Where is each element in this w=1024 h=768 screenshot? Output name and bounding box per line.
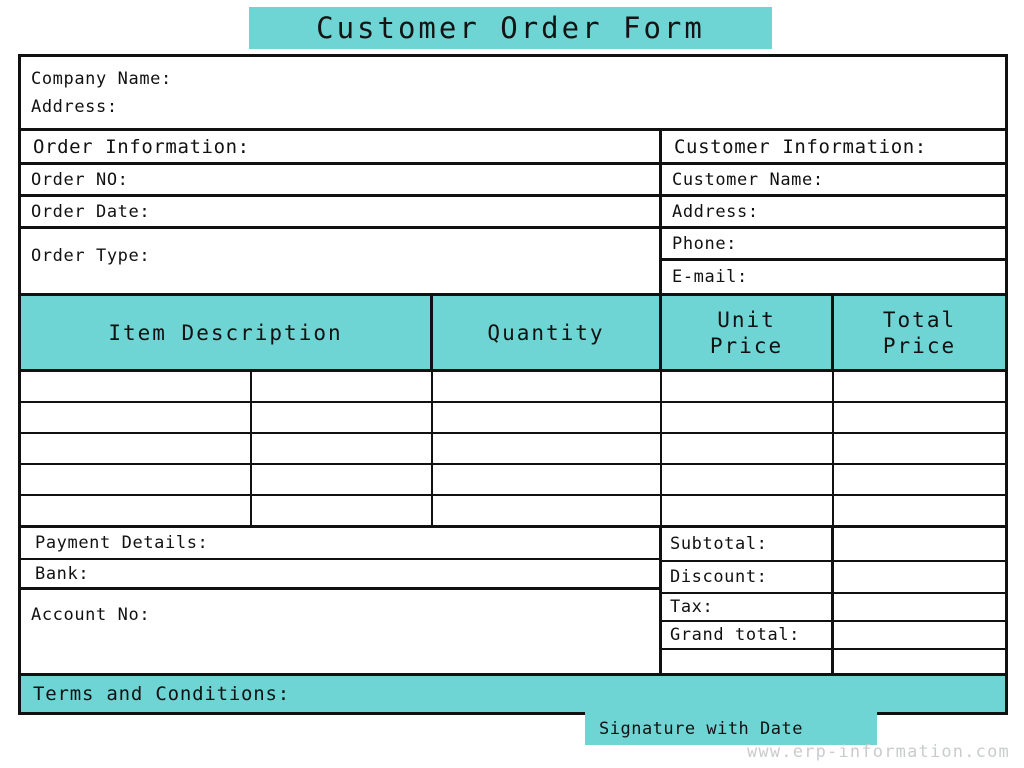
customer-email-field[interactable]: E-mail: <box>662 261 1005 293</box>
site-watermark: www.erp-information.com <box>746 742 1010 762</box>
form-title-banner: Customer Order Form <box>249 7 772 49</box>
cell-description-a[interactable] <box>21 496 252 525</box>
table-row <box>21 403 1005 434</box>
column-header-quantity: Quantity <box>433 296 662 369</box>
customer-name-field[interactable]: Customer Name: <box>662 165 1005 197</box>
cell-quantity[interactable] <box>433 465 662 494</box>
cell-unit-price[interactable] <box>662 434 834 463</box>
order-no-field[interactable]: Order NO: <box>21 165 659 197</box>
order-form-table: Company Name: Address: Order Information… <box>18 54 1008 715</box>
order-type-field[interactable]: Order Type: <box>21 229 659 283</box>
cell-description-b[interactable] <box>252 372 433 401</box>
discount-label: Discount: <box>662 562 834 592</box>
cell-unit-price[interactable] <box>662 496 834 525</box>
payment-and-totals-section: Payment Details: Bank: Account No: Subto… <box>21 528 1005 676</box>
tax-value[interactable] <box>834 594 1005 620</box>
table-row <box>21 434 1005 465</box>
company-block: Company Name: Address: <box>21 57 1005 131</box>
cell-description-b[interactable] <box>252 465 433 494</box>
signature-with-date-box[interactable]: Signature with Date <box>585 712 877 745</box>
totals-filler-label <box>662 650 834 673</box>
cell-description-a[interactable] <box>21 403 252 432</box>
payment-details-column: Payment Details: Bank: Account No: <box>21 528 662 673</box>
cell-total-price[interactable] <box>834 372 1005 401</box>
items-table-header-row: Item Description Quantity Unit Price Tot… <box>21 293 1005 372</box>
company-address-label: Address: <box>31 97 118 117</box>
order-form-page: Customer Order Form Company Name: Addres… <box>0 0 1024 768</box>
account-no-field[interactable]: Account No: <box>21 590 659 639</box>
cell-description-b[interactable] <box>252 403 433 432</box>
cell-total-price[interactable] <box>834 465 1005 494</box>
signature-label: Signature with Date <box>599 718 803 739</box>
customer-address-field[interactable]: Address: <box>662 197 1005 229</box>
table-row <box>21 465 1005 496</box>
cell-total-price[interactable] <box>834 403 1005 432</box>
customer-information-title: Customer Information: <box>662 131 1005 165</box>
cell-description-b[interactable] <box>252 496 433 525</box>
cell-description-a[interactable] <box>21 465 252 494</box>
customer-information-column: Customer Information: Customer Name: Add… <box>662 131 1005 293</box>
column-header-item-description: Item Description <box>21 296 433 369</box>
grand-total-label: Grand total: <box>662 622 834 648</box>
total-price-line-2: Price <box>882 333 957 358</box>
information-section: Order Information: Order NO: Order Date:… <box>21 131 1005 293</box>
company-name-label: Company Name: <box>31 69 172 89</box>
cell-total-price[interactable] <box>834 434 1005 463</box>
customer-phone-field[interactable]: Phone: <box>662 229 1005 261</box>
totals-column: Subtotal: Discount: Tax: Grand total: <box>662 528 1005 673</box>
totals-filler-row <box>662 650 1005 673</box>
table-row <box>21 372 1005 403</box>
terms-and-conditions-banner: Terms and Conditions: <box>21 676 1005 712</box>
subtotal-value[interactable] <box>834 528 1005 560</box>
cell-unit-price[interactable] <box>662 403 834 432</box>
order-information-column: Order Information: Order NO: Order Date:… <box>21 131 662 293</box>
total-price-line-1: Total <box>882 307 957 332</box>
tax-label: Tax: <box>662 594 834 620</box>
cell-unit-price[interactable] <box>662 372 834 401</box>
table-row <box>21 496 1005 528</box>
terms-and-conditions-label: Terms and Conditions: <box>33 683 291 705</box>
unit-price-line-2: Price <box>709 333 784 358</box>
order-date-field[interactable]: Order Date: <box>21 197 659 229</box>
subtotal-label: Subtotal: <box>662 528 834 560</box>
totals-row-grand-total: Grand total: <box>662 622 1005 650</box>
unit-price-line-1: Unit <box>717 307 776 332</box>
cell-description-a[interactable] <box>21 372 252 401</box>
cell-quantity[interactable] <box>433 403 662 432</box>
totals-row-subtotal: Subtotal: <box>662 528 1005 562</box>
column-header-unit-price: Unit Price <box>662 296 834 369</box>
bank-field[interactable]: Bank: <box>21 560 659 590</box>
grand-total-value[interactable] <box>834 622 1005 648</box>
totals-row-tax: Tax: <box>662 594 1005 622</box>
cell-total-price[interactable] <box>834 496 1005 525</box>
column-header-total-price: Total Price <box>834 296 1005 369</box>
cell-quantity[interactable] <box>433 372 662 401</box>
totals-filler-value <box>834 650 1005 673</box>
page-title: Customer Order Form <box>316 11 705 45</box>
discount-value[interactable] <box>834 562 1005 592</box>
cell-quantity[interactable] <box>433 496 662 525</box>
payment-details-title: Payment Details: <box>21 528 659 560</box>
cell-description-a[interactable] <box>21 434 252 463</box>
cell-quantity[interactable] <box>433 434 662 463</box>
totals-row-discount: Discount: <box>662 562 1005 594</box>
cell-unit-price[interactable] <box>662 465 834 494</box>
cell-description-b[interactable] <box>252 434 433 463</box>
order-information-title: Order Information: <box>21 131 659 165</box>
